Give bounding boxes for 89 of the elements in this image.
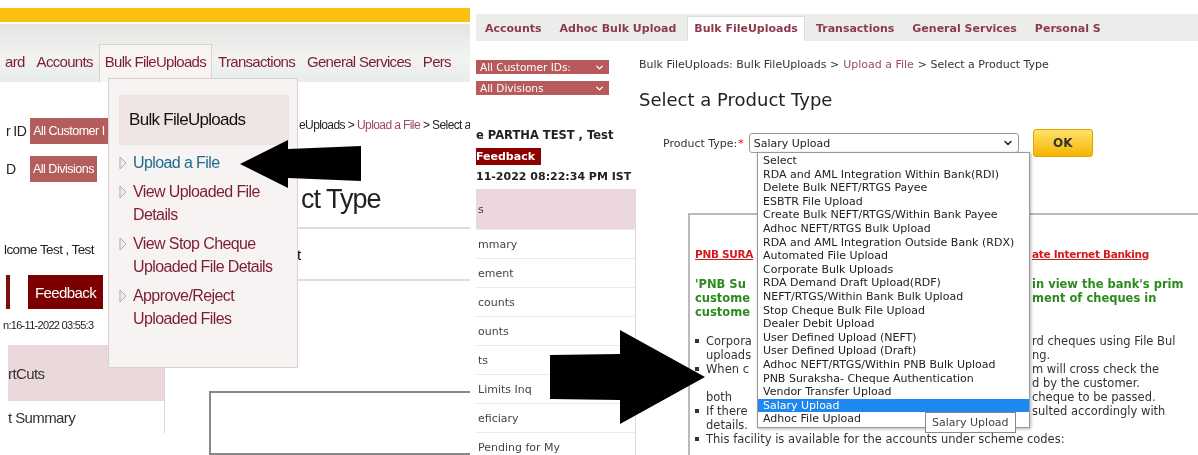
sidebar-item[interactable]: eficiary xyxy=(476,404,519,432)
triangle-icon xyxy=(119,185,127,199)
content-text: 'PNB Su xyxy=(695,277,746,291)
welcome-text: e PARTHA TEST , Test xyxy=(476,128,615,142)
sidebar-item[interactable]: s xyxy=(476,189,635,229)
bullet-icon xyxy=(695,437,699,441)
sidebar-item[interactable]: counts xyxy=(476,288,515,316)
breadcrumb-text: > Select a Product Type xyxy=(917,58,1049,71)
arrow-icon xyxy=(550,330,706,424)
content-text: If there xyxy=(706,404,748,418)
welcome-text: lcome Test , Test xyxy=(3,242,94,257)
filter-label: D xyxy=(6,160,17,178)
nav-tab[interactable]: Accounts xyxy=(30,44,99,82)
content-text: custome xyxy=(695,305,751,319)
nav-tab[interactable]: Pers xyxy=(416,44,457,82)
nav-tab[interactable]: Adhoc Bulk Upload xyxy=(552,16,684,41)
sidebar-item[interactable]: ement xyxy=(476,259,514,287)
content-text: sulted accordingly with xyxy=(1032,404,1166,418)
product-type-select[interactable]: Salary Upload xyxy=(748,133,1019,153)
content-text: When c xyxy=(706,362,749,376)
filter-select[interactable]: All Divisions xyxy=(30,156,97,182)
content-text: custome xyxy=(695,291,751,305)
content-text: cheque to be passed. xyxy=(1032,390,1156,404)
filter-select[interactable]: All Divisions xyxy=(476,81,609,95)
content-text: ment of cheques in xyxy=(1032,291,1157,305)
nav-tab[interactable]: Transactions xyxy=(808,16,902,41)
nav-tab[interactable]: ard xyxy=(0,44,31,82)
content-text: ng. xyxy=(1032,348,1051,362)
feedback-button[interactable]: Feedback xyxy=(28,275,104,309)
content-text: d by the customer. xyxy=(1032,376,1140,390)
dropdown-option[interactable]: Vendor Transfer Upload xyxy=(758,385,1029,399)
filter-select[interactable]: All Customer IDs: xyxy=(476,60,609,74)
content-text: Corpora xyxy=(706,334,752,348)
bullet-icon xyxy=(695,367,699,371)
nav-tab[interactable]: General Services xyxy=(905,16,1024,41)
content-text: This facility is available for the accounts under scheme codes: xyxy=(706,432,1065,446)
content-text: in view the bank's prim xyxy=(1032,277,1184,291)
sidebar-item[interactable]: ounts xyxy=(476,317,509,345)
filter-select[interactable]: All Customer I xyxy=(30,118,108,144)
menu-link[interactable]: Upload a File xyxy=(133,151,220,174)
dropdown-option[interactable]: Create Bulk NEFT/RTGS/Within Bank Payee xyxy=(758,208,1029,222)
content-text: ate Internet Banking xyxy=(1032,247,1149,261)
sidebar-item[interactable]: t Summary xyxy=(8,401,165,433)
dropdown-option[interactable]: User Defined Upload (Draft) xyxy=(758,344,1029,358)
last-login-text: 11-2022 08:22:34 PM IST xyxy=(476,170,633,183)
sidebar-item[interactable]: Pending for My xyxy=(476,433,561,455)
content-text: both xyxy=(706,390,733,404)
bullet-icon xyxy=(695,339,699,343)
content-text: PNB SURA xyxy=(695,247,754,261)
sidebar-item[interactable]: Limits Inq xyxy=(476,375,532,403)
bullet-icon xyxy=(695,409,699,413)
cut-button[interactable] xyxy=(6,275,10,309)
filter-label: r ID xyxy=(6,122,27,140)
menu-link[interactable]: Approve/Reject Uploaded Files xyxy=(133,284,283,330)
triangle-icon xyxy=(119,237,127,251)
content-text: m will cross check the xyxy=(1032,362,1160,376)
dropdown-option[interactable]: Select xyxy=(758,154,1029,168)
breadcrumb-link[interactable]: Upload a File xyxy=(843,58,914,71)
breadcrumb-text: > Select a xyxy=(422,118,470,132)
breadcrumb-text: eUploads > xyxy=(299,118,355,132)
page-heading: Select a Product Type xyxy=(639,89,834,110)
dropdown-option[interactable]: RDA Demand Draft Upload(RDF) xyxy=(758,276,1029,290)
field-label: Product Type: xyxy=(663,136,738,150)
feedback-button[interactable]: Feedback xyxy=(476,148,541,165)
triangle-icon xyxy=(119,289,127,303)
menu-title: Bulk FileUploads xyxy=(119,95,289,145)
tooltip: Salary Upload xyxy=(925,412,1016,433)
breadcrumb-link[interactable]: Upload a File xyxy=(357,118,420,132)
dropdown-option[interactable]: Dealer Debit Upload xyxy=(758,317,1029,331)
nav-tab[interactable]: General Services xyxy=(301,44,417,82)
sidebar-item[interactable]: ts xyxy=(476,346,489,374)
content-text: rd cheques using File Bul xyxy=(1032,334,1176,348)
triangle-icon xyxy=(119,156,127,170)
page-heading: ct Type xyxy=(301,184,382,215)
nav-tab[interactable]: Bulk FileUploads xyxy=(98,44,213,82)
nav-tab[interactable]: Personal S xyxy=(1027,16,1108,41)
nav-tab[interactable]: Bulk FileUploads xyxy=(687,16,805,41)
required-mark: * xyxy=(738,136,744,150)
ok-button[interactable]: OK xyxy=(1032,129,1093,157)
dropdown-option[interactable]: Automated File Upload xyxy=(758,249,1029,263)
nav-tab[interactable]: Accounts xyxy=(478,16,549,41)
menu-link[interactable]: View Uploaded File Details xyxy=(133,180,283,226)
content-text: uploads xyxy=(706,348,752,362)
breadcrumb-text: Bulk FileUploads: Bulk FileUploads > xyxy=(639,58,840,71)
content-text: details. xyxy=(706,418,748,432)
last-login-text: n:16-11-2022 03:55:3 xyxy=(2,319,94,331)
dropdown-option[interactable]: Delete Bulk NEFT/RTGS Payee xyxy=(758,181,1029,195)
nav-tab[interactable]: Transactions xyxy=(212,44,301,82)
sidebar-item[interactable]: mmary xyxy=(476,230,518,258)
